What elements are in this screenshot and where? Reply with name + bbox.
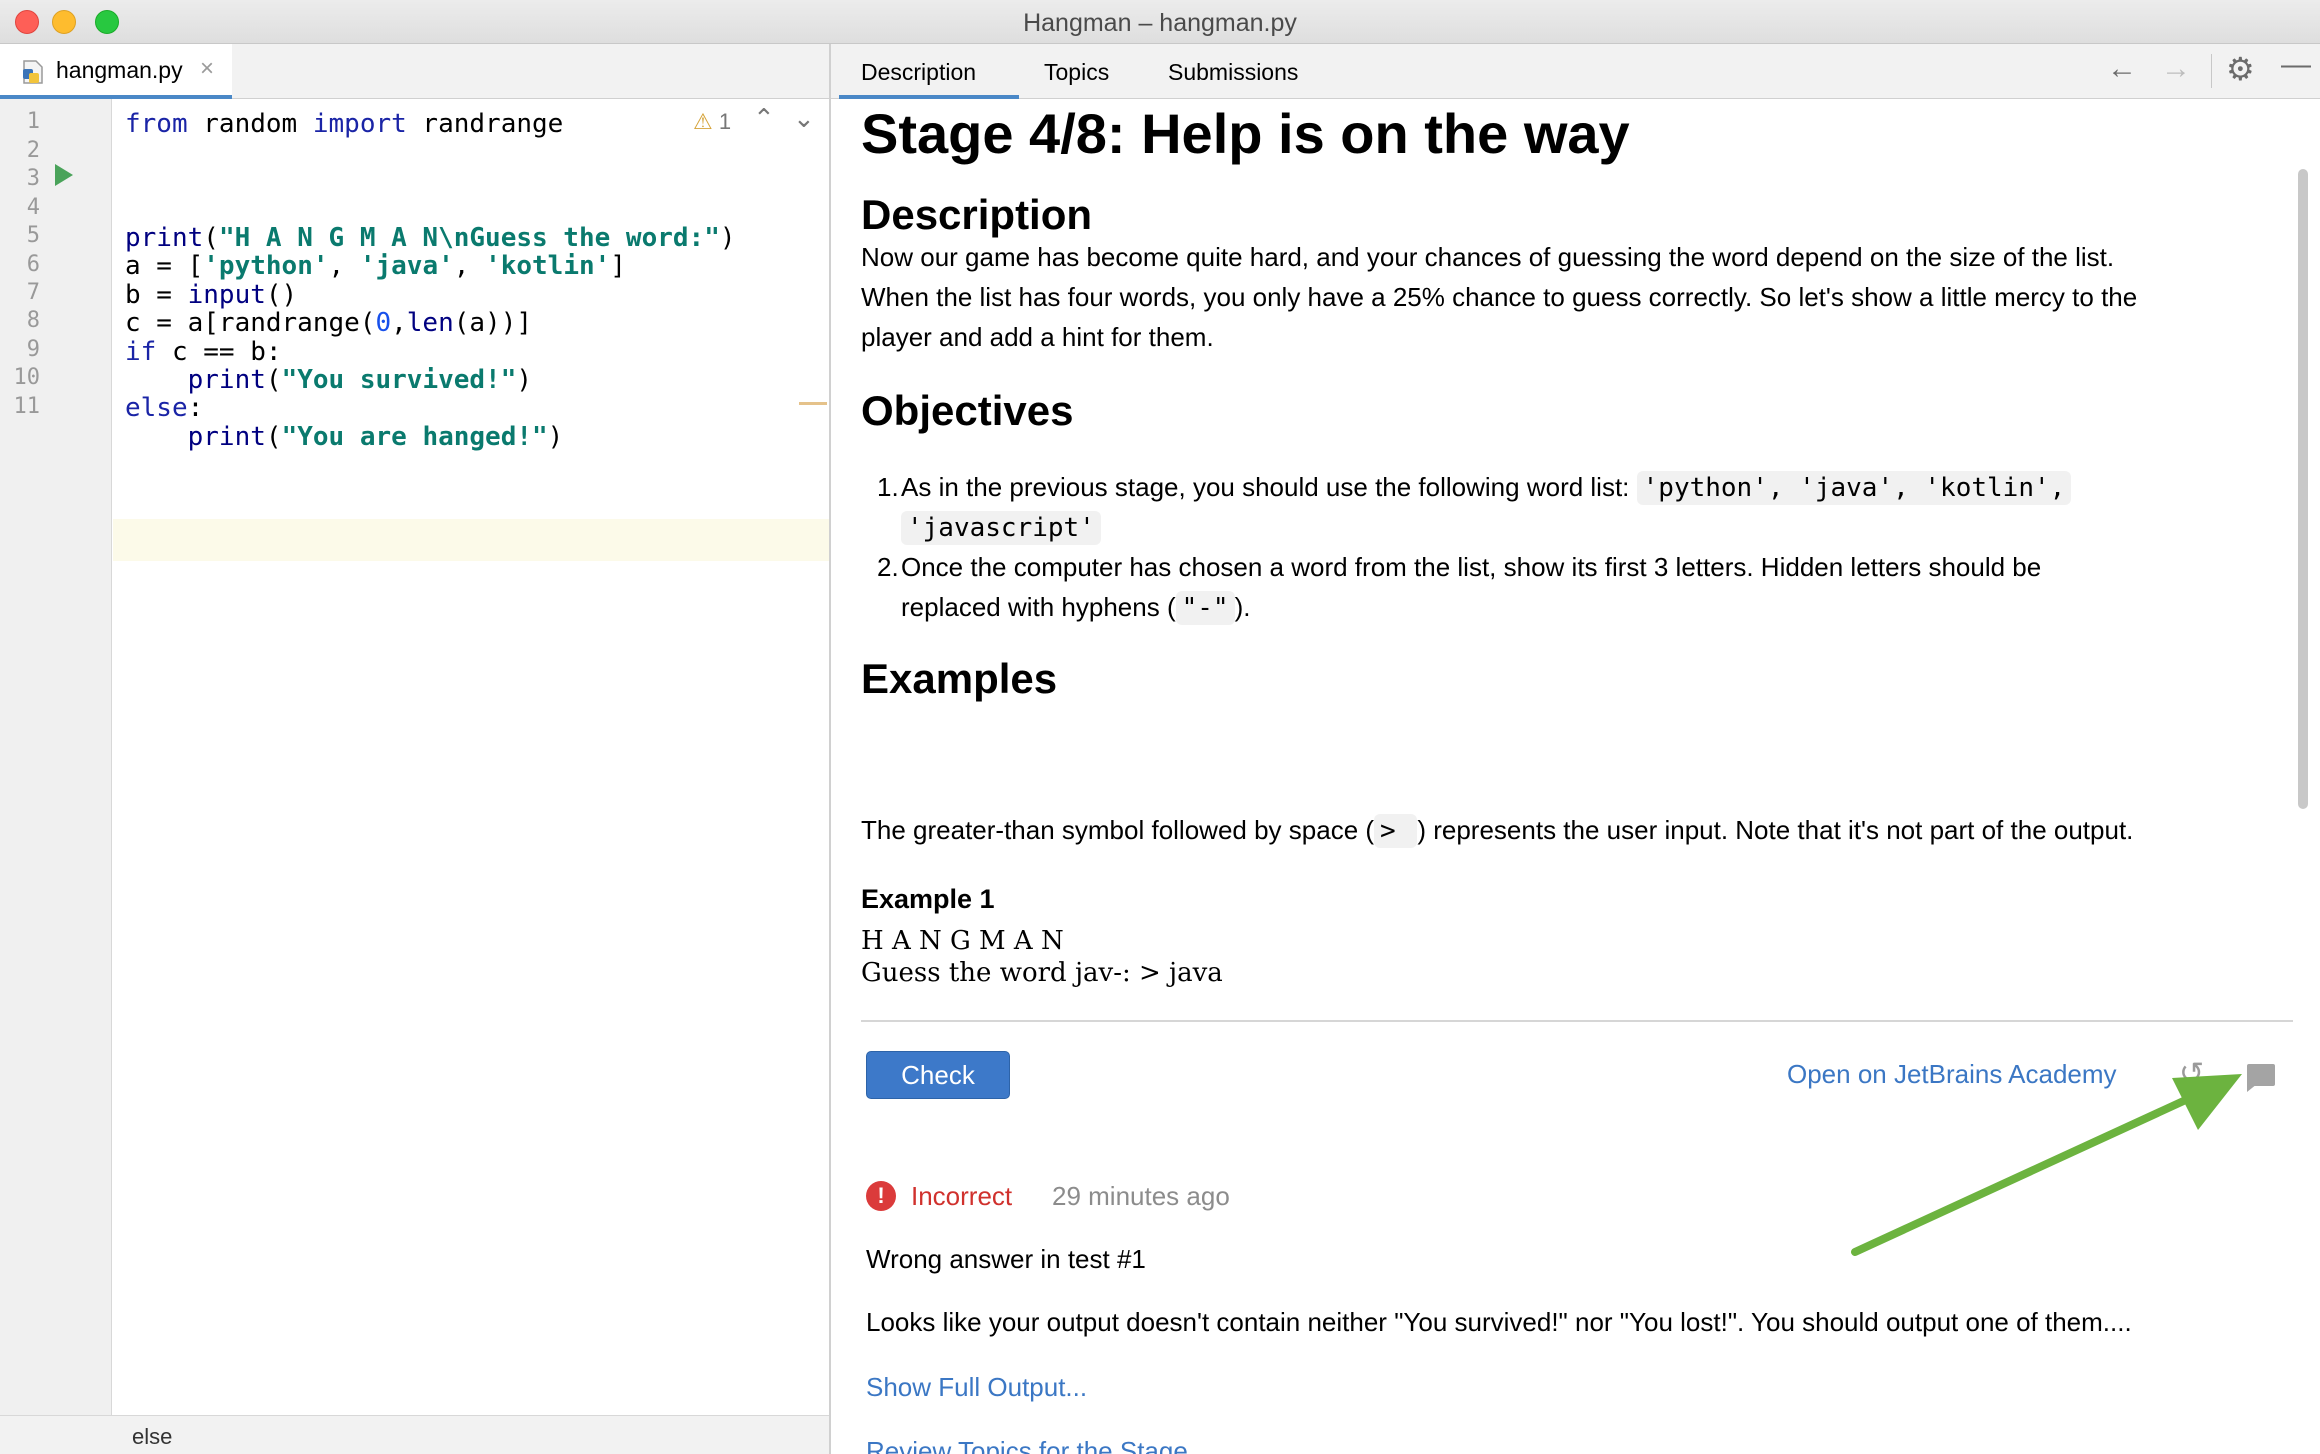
scrollbar-thumb[interactable] [2298, 169, 2308, 809]
editor-tab-bar: hangman.py × [0, 44, 829, 99]
line-number: 9 [26, 337, 40, 362]
objective-item-cont: replaced with hyphens ("-"). [901, 591, 1251, 625]
status-incorrect: Incorrect [911, 1181, 1013, 1211]
description-line: When the list has four words, you only h… [861, 282, 2138, 312]
task-tab-bar: Description Topics Submissions ← → ⚙ — [831, 44, 2320, 99]
inline-code: 'javascript' [901, 511, 1101, 545]
show-full-output-link[interactable]: Show Full Output... [866, 1372, 1087, 1403]
section-heading-description: Description [861, 191, 1093, 238]
arrow-left-icon[interactable]: ← [2107, 52, 2137, 86]
gear-icon[interactable]: ⚙ [2226, 50, 2255, 88]
code-line: b = input() [125, 280, 298, 310]
window-titlebar: Hangman – hangman.py [0, 0, 2320, 44]
inline-code: 'python', 'java', 'kotlin', [1636, 471, 2072, 505]
warning-icon: ⚠ [693, 109, 713, 134]
status-timestamp: 29 minutes ago [1052, 1181, 1230, 1211]
code-line: c = a[randrange(0,len(a))] [125, 308, 533, 338]
inspection-widget[interactable]: ⚠ 1 [693, 109, 731, 135]
objective-item-cont: 'javascript' [901, 507, 2281, 548]
tab-description[interactable]: Description [861, 59, 976, 86]
code-line: if c == b: [125, 337, 282, 367]
description-line: player and add a hint for them. [861, 322, 1214, 352]
list-number: 1. [877, 472, 899, 502]
minimize-icon[interactable]: — [2281, 48, 2311, 82]
warning-count: 1 [718, 109, 732, 134]
feedback-message: Looks like your output doesn't contain n… [866, 1307, 2132, 1337]
tab-topics[interactable]: Topics [1044, 59, 1109, 86]
line-number: 11 [13, 394, 41, 419]
arrow-right-icon[interactable]: → [2161, 52, 2191, 86]
window-title: Hangman – hangman.py [1023, 9, 1297, 37]
section-heading-examples: Examples [861, 655, 1058, 702]
error-icon: ! [866, 1181, 896, 1211]
code-line: print("H A N G M A N\nGuess the word:") [125, 223, 736, 253]
inline-code: > [1374, 814, 1418, 848]
editor-tab-hangman[interactable]: hangman.py × [0, 44, 232, 99]
line-number: 4 [26, 195, 40, 220]
list-number: 2. [877, 552, 899, 582]
code-line: print("You survived!") [187, 365, 533, 395]
line-numbers: 1 2 3 4 5 6 7 8 9 10 11 [0, 99, 112, 699]
examples-text: The greater-than symbol followed by spac… [861, 814, 2134, 848]
review-topics-link[interactable]: Review Topics for the Stage... [866, 1436, 1209, 1454]
inline-code: "-" [1175, 591, 1235, 625]
code-line: from random import randrange [125, 109, 564, 139]
examples-content: The greater-than symbol followed by spac… [861, 764, 2281, 1019]
error-stripe-marker[interactable] [799, 402, 827, 405]
example-title: Example 1 [861, 884, 995, 914]
stage-title: Stage 4/8: Help is on the way [861, 102, 1630, 165]
breadcrumb[interactable]: else [132, 1424, 172, 1450]
line-number: 7 [26, 280, 40, 305]
editor-tab-label: hangman.py [56, 57, 183, 83]
code-line: print("You are hanged!") [187, 422, 564, 452]
code-area[interactable]: from random import randrange print("H A … [113, 99, 829, 1454]
example-output-line: Guess the word jav-: > java [861, 958, 1223, 988]
line-number: 2 [26, 138, 40, 163]
check-panel-divider [861, 1020, 2293, 1022]
code-line: a = ['python', 'java', 'kotlin'] [125, 251, 626, 281]
wrong-answer-message: Wrong answer in test #1 [866, 1244, 1146, 1274]
description-scrollbar[interactable] [2296, 104, 2310, 864]
objective-item: 1. As in the previous stage, you should … [877, 467, 2281, 508]
editor-breadcrumb-bar: else [0, 1415, 829, 1454]
line-number: 10 [13, 365, 41, 390]
next-highlight-icon[interactable]: ⌄ [793, 103, 815, 134]
tab-submissions[interactable]: Submissions [1168, 59, 1298, 86]
code-editor: hangman.py × from random import randrang… [0, 44, 829, 1454]
description-line: Now our game has become quite hard, and … [861, 242, 2115, 272]
code-line: else: [125, 393, 204, 423]
toolbar-separator [2211, 54, 2212, 88]
current-line-highlight [113, 519, 829, 561]
example-output-line: H A N G M A N [861, 926, 1064, 956]
line-number: 6 [26, 252, 40, 277]
annotation-arrow [1851, 1074, 2242, 1256]
objective-item: 2. Once the computer has chosen a word f… [877, 547, 2281, 587]
line-number: 1 [26, 109, 40, 134]
section-heading-objectives: Objectives [861, 387, 1074, 434]
task-description-content: Stage 4/8: Help is on the way Descriptio… [861, 99, 2281, 719]
line-number: 5 [26, 223, 40, 248]
line-number: 8 [26, 308, 40, 333]
tab-close-icon[interactable]: × [200, 55, 214, 83]
python-file-icon [23, 60, 43, 84]
check-button[interactable]: Check [866, 1051, 1010, 1099]
line-number: 3 [26, 166, 40, 191]
previous-highlight-icon[interactable]: ⌃ [753, 103, 775, 134]
